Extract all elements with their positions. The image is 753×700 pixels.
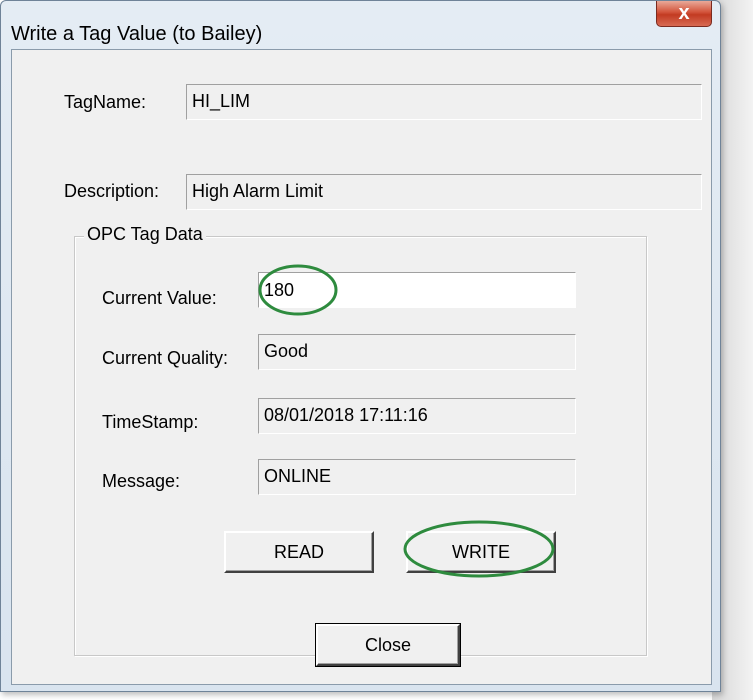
title-bar[interactable]: Write a Tag Value (to Bailey) x <box>1 1 720 49</box>
timestamp-field: 08/01/2018 17:11:16 <box>258 398 576 434</box>
current-value-label: Current Value: <box>102 288 217 308</box>
current-quality-field: Good <box>258 334 576 370</box>
tagname-label: TagName: <box>64 92 147 112</box>
write-button[interactable]: WRITE <box>406 531 556 573</box>
timestamp-label: TimeStamp: <box>102 412 199 432</box>
opc-group-label: OPC Tag Data <box>84 224 206 245</box>
tagname-field: HI_LIM <box>186 84 702 120</box>
write-tag-dialog: Write a Tag Value (to Bailey) x TagName:… <box>0 0 721 692</box>
message-label: Message: <box>102 471 181 491</box>
close-button[interactable]: Close <box>315 623 461 667</box>
window-title: Write a Tag Value (to Bailey) <box>11 23 263 45</box>
current-value-input[interactable] <box>258 272 576 308</box>
message-field: ONLINE <box>258 459 576 495</box>
read-button[interactable]: READ <box>224 531 374 573</box>
description-field: High Alarm Limit <box>186 174 702 210</box>
current-quality-label: Current Quality: <box>102 348 229 368</box>
screenshot-page: Write a Tag Value (to Bailey) x TagName:… <box>0 0 753 700</box>
close-icon[interactable]: x <box>656 1 712 27</box>
description-label: Description: <box>64 181 160 201</box>
dialog-client-area: TagName: HI_LIM Description: High Alarm … <box>11 49 712 685</box>
